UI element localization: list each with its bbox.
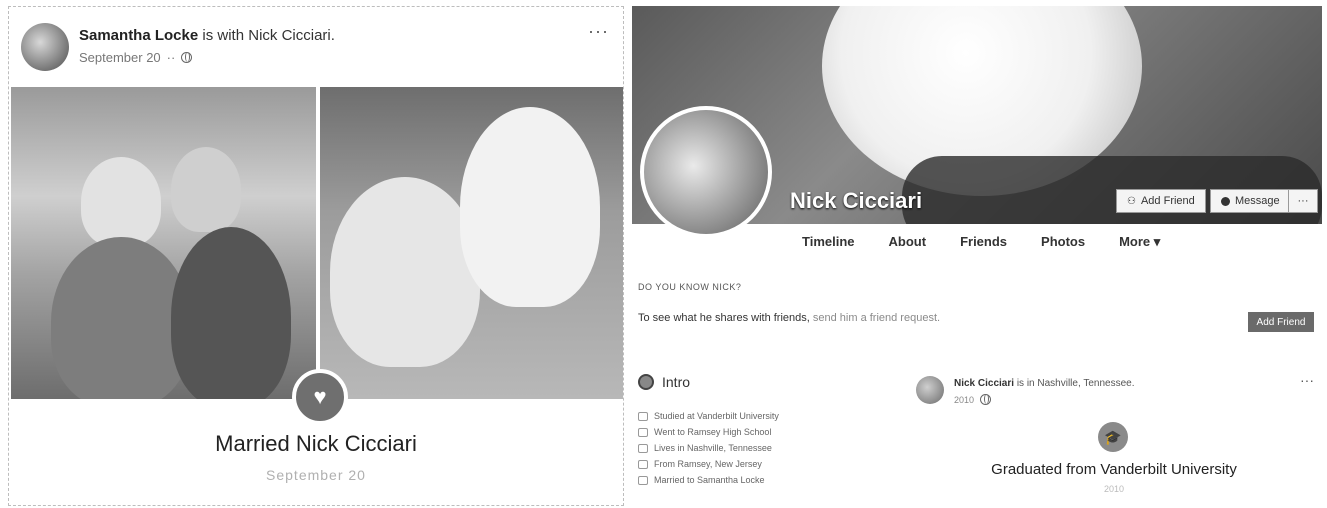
shares-text: To see what he shares with friends, [638, 312, 810, 324]
post-meta: September 20 ·· [79, 50, 335, 65]
face-shape [81, 157, 161, 247]
globe-icon [181, 52, 193, 63]
post-tagged-name[interactable]: Nick Cicciari. [248, 27, 335, 44]
home-icon [638, 443, 648, 453]
feed-meta: 2010 [954, 394, 992, 405]
tab-timeline[interactable]: Timeline [802, 234, 855, 250]
intro-item-text[interactable]: Went to Ramsey High School [654, 427, 771, 437]
graduation-cap-icon: 🎓 [1098, 422, 1128, 452]
life-event-title: Married Nick Cicciari [215, 431, 417, 456]
more-options-button[interactable]: ··· [1288, 189, 1318, 213]
school-icon [638, 427, 648, 437]
shares-line: To see what he shares with friends, send… [638, 312, 940, 324]
post-date[interactable]: September 20 [79, 50, 161, 65]
intro-item: Studied at Vanderbilt University [638, 408, 779, 424]
person-plus-icon: ⚇ [1127, 195, 1136, 207]
tab-photos[interactable]: Photos [1041, 234, 1085, 250]
intro-item-text[interactable]: From Ramsey, New Jersey [654, 459, 762, 469]
feed-event-sub: 2010 [1103, 484, 1125, 494]
messenger-icon [1221, 196, 1230, 206]
feed-location[interactable]: is in Nashville, Tennessee. [1017, 378, 1135, 389]
feed-author-avatar[interactable] [916, 376, 944, 404]
feed-date[interactable]: 2010 [954, 395, 974, 405]
face-shape [460, 107, 600, 307]
profile-picture[interactable] [640, 106, 772, 238]
body-shape [171, 227, 291, 399]
post-with-text: is with [202, 27, 245, 44]
add-friend-button-secondary[interactable]: Add Friend [1248, 312, 1314, 332]
intro-item-text[interactable]: Married to Samantha Locke [654, 475, 765, 485]
feed-author-line: Nick Cicciari is in Nashville, Tennessee… [954, 378, 1134, 389]
relationship-post: Samantha Locke is with Nick Cicciari. Se… [8, 6, 624, 506]
post-author-name[interactable]: Samantha Locke [79, 27, 198, 44]
feed-author-name[interactable]: Nick Cicciari [954, 378, 1014, 389]
feed-event-title: Graduated from Vanderbilt University [991, 461, 1237, 478]
dot-separator: ·· [166, 50, 176, 65]
message-label: Message [1235, 195, 1280, 207]
post-options-icon[interactable]: ··· [588, 21, 609, 42]
intro-item: From Ramsey, New Jersey [638, 456, 779, 472]
heart-icon: ♥ [313, 384, 327, 409]
intro-item: Went to Ramsey High School [638, 424, 779, 440]
globe-icon [980, 394, 992, 405]
profile-tabs: Timeline About Friends Photos More ▾ [802, 234, 1160, 250]
add-friend-button[interactable]: ⚇ Add Friend [1116, 189, 1206, 213]
married-badge: ♥ [292, 369, 348, 425]
face-shape [171, 147, 241, 232]
feed-options-icon[interactable]: ··· [1300, 372, 1314, 388]
post-author-line: Samantha Locke is with Nick Cicciari. [79, 27, 335, 44]
tab-about[interactable]: About [889, 234, 927, 250]
friend-request-link[interactable]: send him a friend request. [813, 312, 940, 324]
couple-photo-right[interactable] [320, 87, 623, 399]
add-friend-label: Add Friend [1140, 195, 1195, 207]
globe-intro-icon [638, 374, 654, 390]
know-label: DO YOU KNOW NICK? [638, 282, 742, 292]
intro-list: Studied at Vanderbilt University Went to… [638, 408, 779, 488]
couple-photo-left[interactable] [11, 87, 316, 399]
author-avatar[interactable] [21, 23, 69, 71]
intro-title: Intro [662, 374, 691, 390]
intro-item: Lives in Nashville, Tennessee [638, 440, 779, 456]
body-shape [51, 237, 191, 399]
profile-name[interactable]: Nick Cicciari [790, 188, 922, 214]
intro-item-text[interactable]: Lives in Nashville, Tennessee [654, 443, 772, 453]
tab-more[interactable]: More ▾ [1119, 234, 1160, 250]
heart-icon [638, 475, 648, 485]
face-shape [330, 177, 480, 367]
location-icon [638, 459, 648, 469]
message-button[interactable]: Message [1210, 189, 1291, 213]
life-event-date: September 20 [266, 467, 366, 483]
tab-friends[interactable]: Friends [960, 234, 1007, 250]
intro-item: Married to Samantha Locke [638, 472, 779, 488]
intro-item-text[interactable]: Studied at Vanderbilt University [654, 411, 779, 421]
education-icon [638, 411, 648, 421]
profile-page: Nick Cicciari ⚇ Add Friend Message ··· T… [632, 6, 1322, 506]
post-header: Samantha Locke is with Nick Cicciari. Se… [79, 27, 335, 65]
intro-heading: Intro [638, 374, 690, 390]
